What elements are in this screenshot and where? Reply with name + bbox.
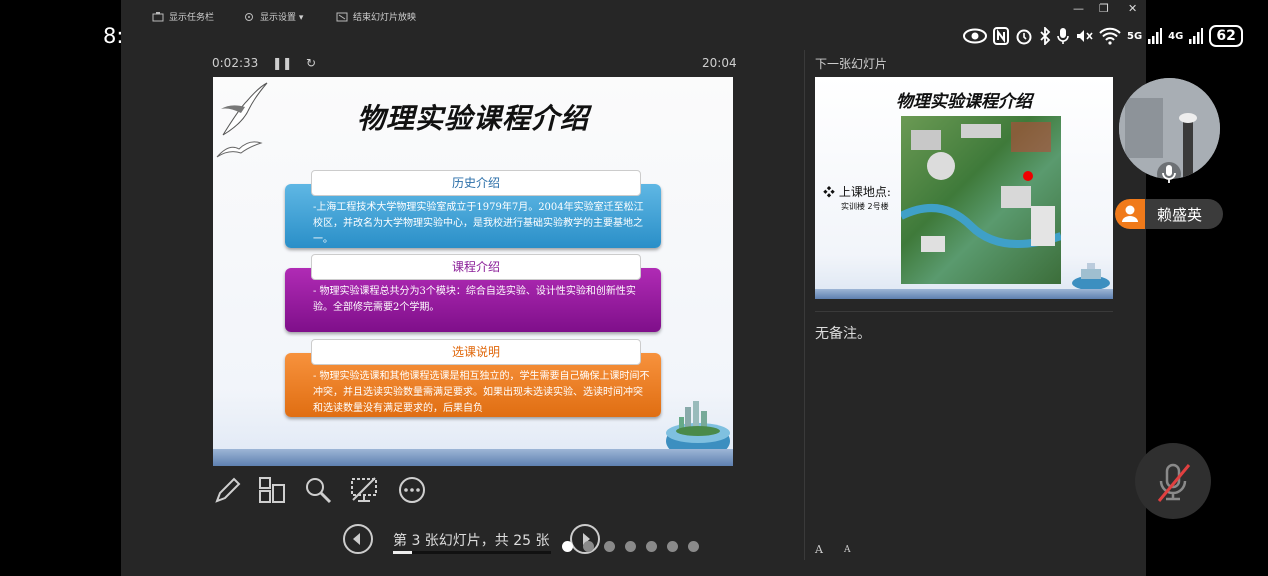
previous-slide-button[interactable]	[343, 524, 373, 554]
seagull-image	[216, 141, 263, 158]
signal-5g-label: 5G	[1127, 30, 1143, 42]
campus-map-image	[901, 116, 1061, 284]
page-indicator-dots	[562, 541, 699, 552]
page-dot[interactable]	[562, 541, 573, 552]
panel-divider[interactable]	[804, 50, 805, 560]
chevron-left-icon	[353, 533, 360, 545]
section-history: 历史介绍 -上海工程技术大学物理实验室成立于1979年7月。2004年实验室迁至…	[285, 170, 661, 248]
section-heading: 历史介绍	[311, 170, 641, 196]
bluetooth-icon	[1040, 27, 1051, 45]
next-slide-title: 物理实验课程介绍	[896, 92, 1032, 112]
pen-icon[interactable]	[213, 475, 243, 505]
clock: 20:04	[702, 56, 737, 70]
next-slide-preview[interactable]: 物理实验课程介绍 ❖ 上课地点: 实训楼 2号楼	[815, 77, 1113, 299]
signal-icon	[1189, 28, 1204, 44]
slide-title: 物理实验课程介绍	[356, 102, 589, 135]
slide-progress-bar	[393, 551, 551, 554]
restore-button[interactable]: ❐	[1099, 2, 1109, 15]
wifi-icon	[1099, 27, 1121, 45]
section-body: - 物理实验课程总共分为3个模块：综合自选实验、设计性实验和创新性实验。全部修完…	[313, 286, 636, 313]
speaker-notes: 无备注。	[815, 326, 871, 342]
toolbar-end-slideshow[interactable]: 结束幻灯片放映	[336, 10, 416, 23]
mute-toggle-button[interactable]	[1135, 443, 1211, 519]
pause-icon[interactable]: ❚❚	[272, 56, 292, 70]
microphone-status-icon	[1057, 28, 1069, 44]
eye-icon	[963, 28, 987, 44]
toolbar-label: 结束幻灯片放映	[353, 13, 417, 23]
toolbar-label: 显示任务栏	[169, 13, 215, 23]
current-slide[interactable]: 物理实验课程介绍 历史介绍 -上海工程技术大学物理实验室成立于1979年7月。2…	[213, 77, 733, 466]
notes-divider	[815, 311, 1113, 312]
minimize-button[interactable]: —	[1073, 2, 1084, 15]
participant-mic-indicator	[1157, 162, 1181, 186]
page-dot[interactable]	[604, 541, 615, 552]
volume-off-icon	[1077, 30, 1093, 42]
section-selection: 选课说明 - 物理实验选课和其他课程选课是相互独立的，学生需要自己确保上课时间不…	[285, 339, 661, 417]
toolbar-label: 显示设置 ▾	[260, 13, 304, 23]
next-slide-header: 下一张幻灯片	[815, 57, 888, 71]
next-slide-bottom-band	[815, 289, 1113, 299]
location-label: ❖ 上课地点:	[823, 185, 891, 199]
slide-counter: 第 3 张幻灯片，共 25 张	[393, 533, 550, 549]
page-dot[interactable]	[646, 541, 657, 552]
microphone-muted-icon	[1157, 463, 1191, 502]
elapsed-time: 0:02:33	[212, 56, 259, 70]
participant-name-badge: 赖盛英	[1115, 199, 1223, 229]
microphone-icon	[1162, 165, 1176, 183]
section-body: - 物理实验选课和其他课程选课是相互独立的，学生需要自己确保上课时间不冲突，并且…	[313, 371, 650, 414]
page-dot[interactable]	[625, 541, 636, 552]
page-dot[interactable]	[583, 541, 594, 552]
status-icons: 5G 4G 62	[963, 25, 1243, 47]
end-show-icon	[336, 12, 348, 21]
elapsed-timer: 0:02:33 ❚❚ ↻	[212, 56, 316, 70]
alarm-icon	[1016, 29, 1032, 45]
settings-icon	[245, 12, 253, 21]
slide-bottom-band	[213, 449, 733, 466]
section-heading: 课程介绍	[311, 254, 641, 280]
toolbar-display-settings[interactable]: 显示设置 ▾	[243, 10, 303, 23]
zoom-icon[interactable]	[303, 475, 333, 505]
participant-name: 赖盛英	[1157, 206, 1203, 224]
location-value: 实训楼 2号楼	[841, 202, 889, 211]
page-dot[interactable]	[667, 541, 678, 552]
more-options-icon[interactable]	[397, 475, 427, 505]
section-body: -上海工程技术大学物理实验室成立于1979年7月。2004年实验室迁至松江校区，…	[313, 202, 644, 245]
toolbar-show-taskbar[interactable]: 显示任务栏	[152, 10, 214, 23]
black-screen-icon[interactable]	[349, 475, 379, 505]
signal-icon	[1148, 28, 1163, 44]
increase-font-button[interactable]: A	[815, 543, 823, 556]
nfc-icon	[993, 27, 1009, 45]
battery-indicator: 62	[1209, 25, 1243, 47]
campus-map-graphic	[901, 122, 1061, 252]
decrease-font-button[interactable]: A	[844, 545, 851, 555]
slide-grid-icon[interactable]	[257, 475, 287, 505]
reset-timer-icon[interactable]: ↻	[306, 56, 316, 70]
taskbar-icon	[152, 11, 164, 21]
close-button[interactable]: ✕	[1128, 2, 1137, 15]
section-heading: 选课说明	[311, 339, 641, 365]
section-course: 课程介绍 - 物理实验课程总共分为3个模块：综合自选实验、设计性实验和创新性实验…	[285, 254, 661, 332]
slide-progress-fill	[393, 551, 412, 554]
page-dot[interactable]	[688, 541, 699, 552]
user-icon	[1115, 199, 1145, 229]
signal-4g-label: 4G	[1168, 30, 1184, 42]
ship-image	[1072, 263, 1110, 290]
